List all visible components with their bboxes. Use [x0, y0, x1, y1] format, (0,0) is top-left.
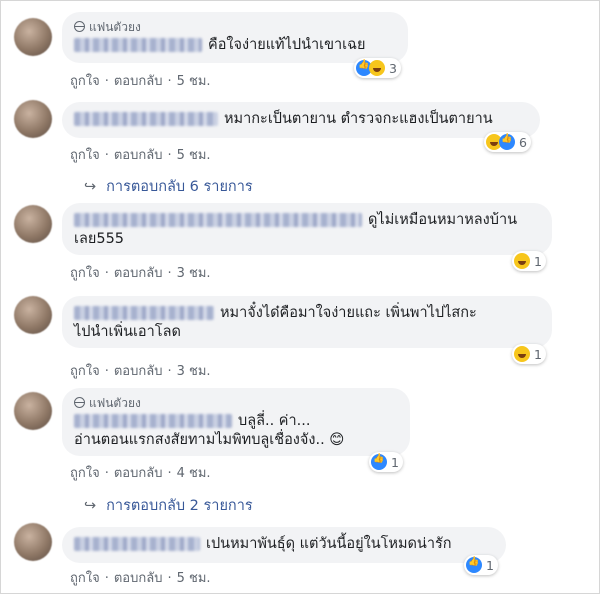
- avatar[interactable]: [14, 100, 52, 138]
- avatar[interactable]: [14, 392, 52, 430]
- commenter-name[interactable]: [74, 306, 214, 320]
- like-icon: [499, 134, 515, 150]
- comment-bubble: ดูไม่เหมือนหมาหลงบ้าน เลย555: [62, 203, 552, 255]
- comment-bubble: หมาจั๋งได๋คือมาใจง่ายแถะ เพิ่นพาไปไสกะ ไ…: [62, 296, 552, 348]
- like-link[interactable]: ถูกใจ: [70, 466, 100, 481]
- reaction-summary[interactable]: 1: [464, 555, 498, 575]
- reaction-summary[interactable]: 1: [512, 251, 546, 271]
- reply-link[interactable]: ตอบกลับ: [114, 571, 163, 586]
- comment-actions: ถูกใจ · ตอบกลับ · 3 ชม.: [70, 266, 211, 281]
- reaction-summary[interactable]: 1: [369, 452, 403, 472]
- comment-text: บลูลี่.. ค่า...: [238, 413, 311, 429]
- like-link[interactable]: ถูกใจ: [70, 571, 100, 586]
- comment-bubble: หมากะเป็นตายาน ตำรวจกะแฮงเป็นตายาน: [62, 102, 540, 138]
- commenter-name[interactable]: [74, 112, 218, 126]
- timestamp[interactable]: 5 ชม.: [177, 74, 211, 89]
- haha-icon: [369, 60, 385, 76]
- reply-link[interactable]: ตอบกลับ: [114, 266, 163, 281]
- commenter-name[interactable]: [74, 537, 200, 551]
- reply-link[interactable]: ตอบกลับ: [114, 148, 163, 163]
- reply-link[interactable]: ตอบกลับ: [114, 74, 163, 89]
- fan-badge: แฟนตัวยง: [74, 396, 398, 411]
- like-icon: [466, 557, 482, 573]
- avatar[interactable]: [14, 296, 52, 334]
- comment-bubble: แฟนตัวยง คือใจง่ายแท้ไปนำเขาเฉย: [62, 12, 408, 63]
- commenter-name[interactable]: [74, 414, 232, 428]
- like-link[interactable]: ถูกใจ: [70, 266, 100, 281]
- globe-icon: [74, 21, 85, 32]
- timestamp[interactable]: 3 ชม.: [177, 266, 211, 281]
- like-icon: [371, 454, 387, 470]
- comment-actions: ถูกใจ · ตอบกลับ · 5 ชม.: [70, 571, 211, 586]
- avatar[interactable]: [14, 205, 52, 243]
- comment-actions: ถูกใจ · ตอบกลับ · 5 ชม.: [70, 148, 211, 163]
- globe-icon: [74, 397, 85, 408]
- comment-text: ดูไม่เหมือนหมาหลงบ้าน: [368, 212, 518, 228]
- comment-text: อ่านตอนแรกสงสัยทามไมพิทบลูเชื่องจัง.. 😊: [74, 432, 345, 448]
- reply-link[interactable]: ตอบกลับ: [114, 364, 163, 379]
- reply-arrow-icon: ↪: [84, 179, 97, 195]
- comment-actions: ถูกใจ · ตอบกลับ · 4 ชม.: [70, 466, 211, 481]
- comment-text: หมากะเป็นตายาน ตำรวจกะแฮงเป็นตายาน: [224, 111, 493, 127]
- timestamp[interactable]: 3 ชม.: [177, 364, 211, 379]
- view-replies-link[interactable]: ↪ การตอบกลับ 6 รายการ: [84, 175, 253, 198]
- comment-bubble: เปนหมาพันธุ์ดุ แต่วันนี้อยู่ในโหมดน่ารัก: [62, 527, 506, 563]
- avatar[interactable]: [14, 18, 52, 56]
- timestamp[interactable]: 4 ชม.: [177, 466, 211, 481]
- commenter-name[interactable]: [74, 38, 202, 52]
- comment-actions: ถูกใจ · ตอบกลับ · 5 ชม.: [70, 74, 211, 89]
- haha-icon: [514, 346, 530, 362]
- timestamp[interactable]: 5 ชม.: [177, 148, 211, 163]
- reaction-summary[interactable]: 6: [484, 132, 531, 152]
- comment-text: เปนหมาพันธุ์ดุ แต่วันนี้อยู่ในโหมดน่ารัก: [206, 536, 452, 552]
- commenter-name[interactable]: [74, 213, 362, 227]
- like-link[interactable]: ถูกใจ: [70, 148, 100, 163]
- timestamp[interactable]: 5 ชม.: [177, 571, 211, 586]
- comment-bubble: แฟนตัวยง บลูลี่.. ค่า... อ่านตอนแรกสงสัย…: [62, 388, 410, 456]
- reaction-summary[interactable]: 3: [354, 58, 401, 78]
- comment-text: คือใจง่ายแท้ไปนำเขาเฉย: [208, 37, 366, 53]
- avatar[interactable]: [14, 523, 52, 561]
- haha-icon: [514, 253, 530, 269]
- like-link[interactable]: ถูกใจ: [70, 74, 100, 89]
- comment-text: ไปนำเพิ่นเอาโลด: [74, 324, 181, 340]
- reply-arrow-icon: ↪: [84, 498, 97, 514]
- view-replies-link[interactable]: ↪ การตอบกลับ 2 รายการ: [84, 494, 253, 517]
- reply-link[interactable]: ตอบกลับ: [114, 466, 163, 481]
- comment-text: หมาจั๋งได๋คือมาใจง่ายแถะ เพิ่นพาไปไสกะ: [220, 305, 477, 321]
- like-link[interactable]: ถูกใจ: [70, 364, 100, 379]
- comment-text: เลย555: [74, 231, 125, 247]
- fan-badge: แฟนตัวยง: [74, 20, 396, 35]
- reaction-summary[interactable]: 1: [512, 344, 546, 364]
- comment-actions: ถูกใจ · ตอบกลับ · 3 ชม.: [70, 364, 211, 379]
